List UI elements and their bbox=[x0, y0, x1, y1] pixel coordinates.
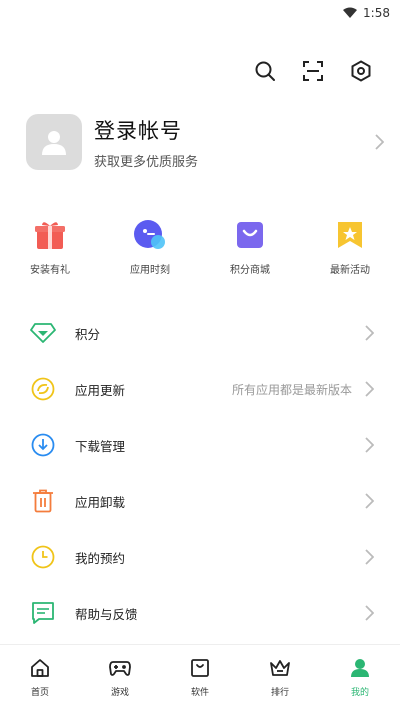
chevron-right-icon bbox=[362, 437, 376, 453]
menu-item-my-reservations[interactable]: 我的预约 bbox=[0, 529, 400, 585]
menu-item-label: 应用更新 bbox=[75, 382, 126, 398]
profile-subtitle: 获取更多优质服务 bbox=[94, 154, 199, 170]
quick-action-install-gift[interactable]: 安装有礼 bbox=[0, 218, 100, 276]
menu-item-hint: 所有应用都是最新版本 bbox=[231, 382, 352, 397]
user-silhouette-icon bbox=[42, 131, 66, 155]
nav-label: 首页 bbox=[30, 688, 49, 698]
quick-action-points-mall[interactable]: 积分商城 bbox=[200, 218, 300, 276]
profile-title: 登录帐号 bbox=[94, 118, 182, 143]
chevron-right-icon bbox=[362, 325, 376, 341]
menu-item-app-uninstall[interactable]: 应用卸载 bbox=[0, 473, 400, 529]
menu-item-app-update[interactable]: 应用更新 所有应用都是最新版本 bbox=[0, 361, 400, 417]
chevron-right-icon bbox=[362, 493, 376, 509]
software-icon bbox=[189, 657, 211, 679]
profile-text: 登录帐号 获取更多优质服务 bbox=[94, 115, 372, 170]
nav-profile[interactable]: 我的 bbox=[320, 645, 400, 700]
home-icon bbox=[29, 657, 51, 679]
chevron-right-icon bbox=[362, 381, 376, 397]
chevron-right-icon bbox=[362, 605, 376, 621]
quick-action-label: 应用时刻 bbox=[130, 265, 170, 276]
download-icon bbox=[30, 432, 56, 458]
menu-item-label: 帮助与反馈 bbox=[75, 606, 138, 622]
menu-item-label: 我的预约 bbox=[75, 550, 126, 566]
menu-list: 积分 应用更新 所有应用都是最新版本 下载管理 应用卸载 我的预约 帮助与反馈 bbox=[0, 305, 400, 641]
ranking-icon bbox=[269, 657, 291, 679]
menu-item-label: 应用卸载 bbox=[75, 494, 126, 510]
quick-actions: 安装有礼 应用时刻 积分商城 最新活动 bbox=[0, 218, 400, 276]
quick-action-latest-activity[interactable]: 最新活动 bbox=[300, 218, 400, 276]
menu-item-points[interactable]: 积分 bbox=[0, 305, 400, 361]
menu-item-download-manager[interactable]: 下载管理 bbox=[0, 417, 400, 473]
settings-icon[interactable] bbox=[348, 58, 374, 84]
status-bar: 1:58 bbox=[0, 0, 400, 24]
feedback-icon bbox=[30, 600, 56, 626]
status-right: 1:58 bbox=[343, 3, 390, 22]
profile-icon bbox=[349, 657, 371, 679]
search-icon[interactable] bbox=[252, 58, 278, 84]
points-mall-icon bbox=[233, 218, 267, 252]
wifi-icon bbox=[343, 3, 358, 22]
avatar bbox=[26, 114, 82, 170]
nav-games[interactable]: 游戏 bbox=[80, 645, 160, 700]
menu-item-help-feedback[interactable]: 帮助与反馈 bbox=[0, 585, 400, 641]
app-moment-icon bbox=[133, 218, 167, 252]
top-actions bbox=[252, 58, 374, 84]
nav-software[interactable]: 软件 bbox=[160, 645, 240, 700]
quick-action-app-moment[interactable]: 应用时刻 bbox=[100, 218, 200, 276]
update-icon bbox=[30, 376, 56, 402]
trash-icon bbox=[30, 488, 56, 514]
nav-home[interactable]: 首页 bbox=[0, 645, 80, 700]
chevron-right-icon bbox=[372, 134, 386, 150]
nav-label: 游戏 bbox=[110, 688, 129, 698]
gift-icon bbox=[33, 218, 67, 252]
status-time: 1:58 bbox=[363, 5, 390, 20]
clock-icon bbox=[30, 544, 56, 570]
nav-label: 排行 bbox=[270, 688, 289, 698]
chevron-right-icon bbox=[362, 549, 376, 565]
login-account-card[interactable]: 登录帐号 获取更多优质服务 bbox=[26, 114, 386, 170]
quick-action-label: 安装有礼 bbox=[30, 265, 70, 276]
diamond-icon bbox=[30, 320, 56, 346]
quick-action-label: 积分商城 bbox=[230, 265, 270, 276]
quick-action-label: 最新活动 bbox=[330, 265, 370, 276]
bottom-nav: 首页 游戏 软件 排行 我的 bbox=[0, 644, 400, 700]
latest-activity-icon bbox=[333, 218, 367, 252]
nav-ranking[interactable]: 排行 bbox=[240, 645, 320, 700]
nav-label: 软件 bbox=[190, 688, 209, 698]
menu-item-label: 积分 bbox=[75, 326, 101, 342]
menu-item-label: 下载管理 bbox=[75, 438, 126, 454]
nav-label: 我的 bbox=[350, 688, 369, 698]
scan-icon[interactable] bbox=[300, 58, 326, 84]
gamepad-icon bbox=[109, 657, 131, 679]
